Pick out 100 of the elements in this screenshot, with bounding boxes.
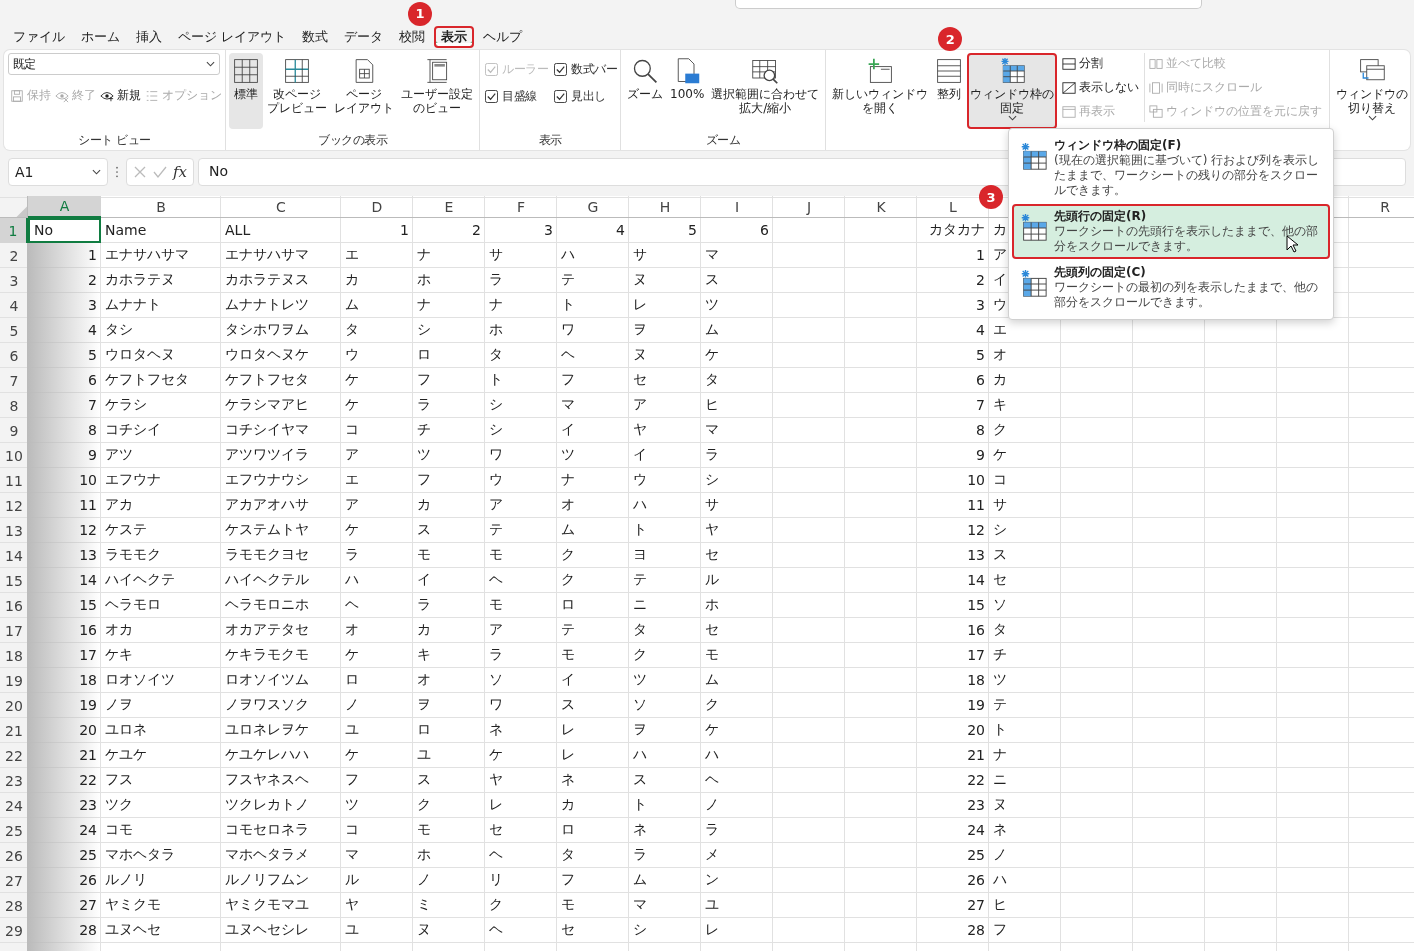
row-header[interactable]: 25 xyxy=(0,818,28,843)
checkbox[interactable] xyxy=(485,90,498,103)
row-header[interactable]: 1 xyxy=(0,218,28,243)
ribbon-tab[interactable]: ファイル xyxy=(6,26,72,48)
column-header[interactable]: K xyxy=(874,199,888,215)
column-header[interactable]: B xyxy=(154,199,168,215)
table-cell-text: ケユケ xyxy=(104,745,148,764)
table-cell-text: ス xyxy=(992,545,1008,564)
ribbon-button[interactable]: 表示しない xyxy=(1060,77,1142,98)
row-header[interactable]: 29 xyxy=(0,918,28,943)
checkbox-label[interactable]: 見出し xyxy=(571,88,606,105)
ribbon-tab[interactable]: ページ レイアウト xyxy=(171,26,294,48)
ribbon-tab[interactable]: 挿入 xyxy=(129,26,169,48)
row-header[interactable]: 27 xyxy=(0,868,28,893)
column-header[interactable]: C xyxy=(274,199,288,215)
row-header[interactable]: 3 xyxy=(0,268,28,293)
ribbon-button[interactable]: 新規 xyxy=(97,85,143,106)
row-header[interactable]: 11 xyxy=(0,468,28,493)
row-header[interactable]: 22 xyxy=(0,743,28,768)
row-header[interactable]: 18 xyxy=(0,643,28,668)
ribbon-button[interactable]: 100% xyxy=(667,53,708,129)
menu-item[interactable]: 先頭行の固定(R) ワークシートの先頭行を表示したままで、他の部分をスクロールできます。 xyxy=(1012,204,1330,259)
table-cell-text: 14 xyxy=(966,571,986,590)
table-cell-text: ケラシマアヒ xyxy=(224,395,310,414)
row-header[interactable]: 9 xyxy=(0,418,28,443)
ribbon-button[interactable]: ウィンドウの 切り替え xyxy=(1333,53,1412,129)
table-cell-text: フスヤネスヘ xyxy=(224,770,310,789)
row-header[interactable]: 4 xyxy=(0,293,28,318)
column-header[interactable]: E xyxy=(442,199,456,215)
row-header[interactable]: 19 xyxy=(0,668,28,693)
table-cell-text: 2 xyxy=(471,221,482,240)
row-header[interactable]: 20 xyxy=(0,693,28,718)
row-header[interactable]: 21 xyxy=(0,718,28,743)
table-cell-text: ク xyxy=(992,420,1008,439)
table-cell-text: ヤ xyxy=(344,895,360,914)
ribbon-tab[interactable]: データ xyxy=(337,26,391,48)
menu-item[interactable]: 先頭列の固定(C) ワークシートの最初の列を表示したままで、他の部分をスクロールできます。 xyxy=(1012,260,1330,315)
column-header[interactable]: L xyxy=(947,199,959,215)
row-header[interactable]: 7 xyxy=(0,368,28,393)
row-header[interactable]: 15 xyxy=(0,568,28,593)
table-cell-text: ア xyxy=(488,620,504,639)
ribbon-button[interactable]: 新しいウィンドウ を開く xyxy=(829,53,932,129)
checkbox-label[interactable]: 数式バー xyxy=(571,61,617,78)
name-box[interactable]: A1 xyxy=(8,158,108,186)
cancel-icon[interactable] xyxy=(133,165,147,179)
row-header[interactable]: 23 xyxy=(0,768,28,793)
row-header[interactable]: 14 xyxy=(0,543,28,568)
row-header[interactable]: 12 xyxy=(0,493,28,518)
column-header[interactable]: J xyxy=(804,199,814,215)
checkbox-label[interactable]: 目盛線 xyxy=(502,88,537,105)
insert-function-button[interactable]: fx xyxy=(173,163,187,181)
row-header[interactable]: 8 xyxy=(0,393,28,418)
row-header[interactable]: 26 xyxy=(0,843,28,868)
table-cell-text: ケ xyxy=(344,520,360,539)
search-field[interactable] xyxy=(735,0,1202,9)
ribbon-tab[interactable]: ホーム xyxy=(74,26,127,48)
table-cell-text: ラ xyxy=(488,270,504,289)
checkbox[interactable] xyxy=(554,63,567,76)
ribbon-button[interactable]: 標準 xyxy=(229,53,263,129)
row-header[interactable]: 10 xyxy=(0,443,28,468)
column-header[interactable]: R xyxy=(1378,199,1392,215)
ribbon-tab[interactable]: ヘルプ xyxy=(476,26,530,48)
ribbon-button[interactable]: 改ページ プレビュー xyxy=(264,53,330,129)
table-cell-text: コ xyxy=(992,470,1008,489)
table-cell-text: ケステムトヤ xyxy=(224,520,310,539)
column-header[interactable]: H xyxy=(657,199,673,215)
column-header[interactable]: F xyxy=(514,199,528,215)
row-header[interactable]: 16 xyxy=(0,593,28,618)
more-icon[interactable] xyxy=(115,166,119,178)
checkbox[interactable] xyxy=(554,90,567,103)
ribbon-button[interactable]: ズーム xyxy=(624,53,666,129)
row-header[interactable]: 13 xyxy=(0,518,28,543)
column-header[interactable]: G xyxy=(585,199,601,215)
table-cell-text: 5 xyxy=(87,346,98,365)
table-cell-text: ハ xyxy=(992,870,1008,889)
table-cell-text: ツク xyxy=(104,795,134,814)
table-cell-text: 2 xyxy=(87,271,98,290)
column-header[interactable]: D xyxy=(369,199,385,215)
table-cell-text: 7 xyxy=(975,396,986,415)
slash-box-icon xyxy=(1062,80,1077,95)
table-cell-text: エ xyxy=(344,245,360,264)
row-header[interactable]: 6 xyxy=(0,343,28,368)
table-cell-text: ウ xyxy=(344,345,360,364)
check-icon[interactable] xyxy=(153,165,167,179)
row-header[interactable]: 2 xyxy=(0,243,28,268)
ribbon-button[interactable]: 分割 xyxy=(1060,53,1142,74)
ribbon-button[interactable]: ページ レイアウト xyxy=(331,53,397,129)
column-header[interactable]: I xyxy=(732,199,742,215)
ribbon-tab[interactable]: 数式 xyxy=(295,26,336,48)
ribbon-button[interactable]: ユーザー設定 のビュー xyxy=(398,53,476,129)
row-header[interactable]: 5 xyxy=(0,318,28,343)
view-dropdown[interactable]: 既定 xyxy=(7,53,220,75)
table-cell-text: ア xyxy=(344,445,360,464)
row-header[interactable]: 24 xyxy=(0,793,28,818)
table-cell-text: 11 xyxy=(78,496,98,515)
table-cell-text: リ xyxy=(488,870,504,889)
column-header[interactable]: A xyxy=(28,196,101,218)
row-header[interactable]: 28 xyxy=(0,893,28,918)
ribbon-button[interactable]: 選択範囲に合わせて 拡大/縮小 xyxy=(708,53,823,129)
row-header[interactable]: 17 xyxy=(0,618,28,643)
